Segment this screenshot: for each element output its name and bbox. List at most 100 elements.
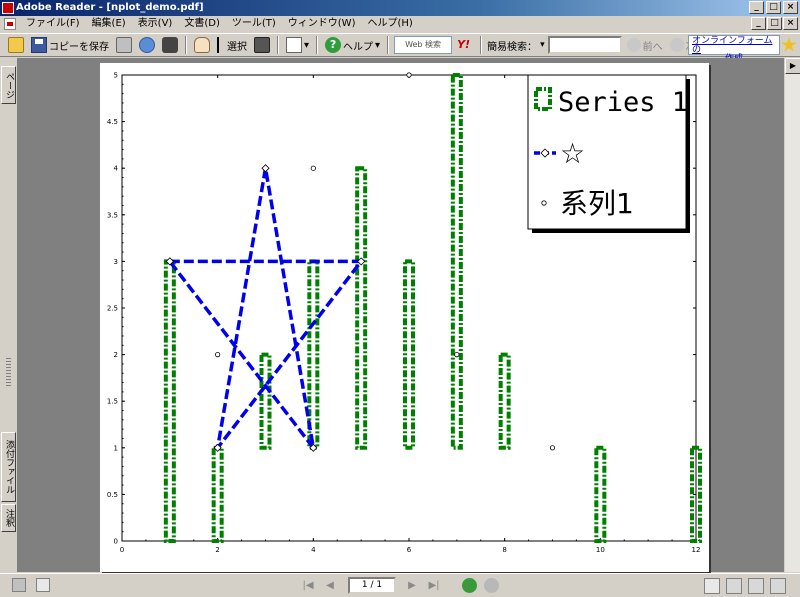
bar (403, 259, 415, 450)
tab-pages[interactable]: ページ (1, 66, 16, 104)
menu-tools[interactable]: ツール(T) (226, 16, 282, 32)
online-form-link[interactable]: オンラインフォームの 作成 (688, 35, 780, 64)
menu-bar: ファイル(F) 編集(E) 表示(V) 文書(D) ツール(T) ウィンドウ(W… (0, 16, 800, 32)
chevron-down-icon: ▾ (375, 39, 381, 51)
select-tool-button[interactable]: 選択 (215, 35, 249, 55)
legend-label-series-jp: 系列1 (560, 187, 634, 220)
y-tick-label: 0.5 (107, 491, 118, 499)
doc-minimize-button[interactable]: _ (751, 17, 766, 30)
scroll-options-button[interactable]: ▶ (785, 58, 800, 74)
prev-label: 前へ (642, 41, 663, 53)
toolbar-separator (387, 36, 390, 54)
yahoo-button[interactable]: Y! (455, 35, 475, 55)
bar (259, 352, 272, 450)
prev-page-button[interactable]: ◀ (322, 578, 338, 594)
continuous-facing-view-button[interactable] (770, 578, 786, 594)
window-title: Adobe Reader - [nplot_demo.pdf] (16, 2, 204, 13)
camera-icon (254, 37, 270, 53)
page-number-field[interactable]: 1 / 1 (348, 577, 396, 594)
menu-window[interactable]: ウィンドウ(W) (282, 16, 362, 32)
vertical-scrollbar[interactable]: ▶ (784, 58, 800, 572)
help-icon: ? (325, 37, 342, 53)
bar (498, 352, 511, 450)
back-arrow-icon (626, 38, 641, 52)
scatter-point (310, 165, 316, 171)
continuous-view-button[interactable] (726, 578, 742, 594)
hand-tool-button[interactable] (192, 35, 212, 55)
legend-label-star: ☆ (560, 137, 585, 170)
email-button[interactable] (137, 35, 157, 55)
text-cursor-icon (217, 37, 225, 53)
page-thumbnail-icon[interactable] (12, 578, 26, 592)
facing-view-button[interactable] (748, 578, 764, 594)
x-tick-label: 12 (692, 546, 701, 554)
tab-attachments[interactable]: 添付ファイル (1, 432, 16, 502)
printer-icon (116, 37, 132, 53)
bar (163, 259, 176, 543)
help-label: ヘルプ (343, 41, 374, 53)
chevron-down-icon: ▾ (304, 39, 310, 51)
pane-splitter-grip[interactable] (6, 358, 11, 388)
x-tick-label: 2 (215, 546, 219, 554)
easy-search-input[interactable] (547, 36, 622, 54)
menu-file[interactable]: ファイル(F) (20, 16, 86, 32)
go-back-icon[interactable] (462, 578, 477, 593)
page-layout-button[interactable]: ▾ (284, 35, 311, 55)
tab-comments[interactable]: 注釈 (1, 504, 16, 532)
forward-arrow-icon (669, 38, 684, 52)
y-tick-label: 3.5 (107, 211, 118, 219)
scatter-point (549, 445, 556, 451)
chevron-down-icon[interactable]: ▾ (540, 40, 545, 50)
online-form-line1: オンラインフォームの (692, 36, 773, 55)
hand-icon (194, 37, 210, 53)
minimize-button[interactable]: _ (749, 1, 764, 14)
print-button[interactable] (114, 35, 134, 55)
y-tick-label: 4 (114, 165, 119, 173)
doc-restore-button[interactable]: □ (767, 17, 782, 30)
window-title-bar: Adobe Reader - [nplot_demo.pdf] _ □ × (0, 0, 800, 16)
first-page-button[interactable]: |◀ (300, 578, 316, 594)
document-icon[interactable] (4, 18, 16, 30)
toolbar-separator (185, 36, 187, 54)
y-tick-label: 1.5 (107, 398, 118, 406)
bar (450, 73, 463, 450)
document-icon[interactable] (36, 578, 50, 592)
x-tick-label: 10 (596, 546, 605, 554)
single-page-view-button[interactable] (704, 578, 720, 594)
menu-help[interactable]: ヘルプ(H) (361, 16, 418, 32)
save-copy-button[interactable]: コピーを保存 (29, 35, 111, 55)
folder-icon (8, 37, 24, 53)
help-button[interactable]: ? ヘルプ ▾ (323, 35, 382, 55)
scatter-point (454, 351, 460, 358)
x-tick-label: 6 (407, 546, 412, 554)
toolbar-separator (480, 36, 483, 54)
menu-document[interactable]: 文書(D) (178, 16, 226, 32)
menu-view[interactable]: 表示(V) (132, 16, 179, 32)
close-button[interactable]: × (783, 1, 798, 14)
menu-edit[interactable]: 編集(E) (86, 16, 132, 32)
x-tick-label: 4 (311, 546, 316, 554)
last-page-button[interactable]: ▶| (426, 578, 442, 594)
open-button[interactable] (6, 35, 26, 55)
y-tick-label: 2 (114, 351, 118, 359)
next-page-button[interactable]: ▶ (404, 578, 420, 594)
maximize-button[interactable]: □ (766, 1, 781, 14)
web-search-box[interactable]: Web 検索 (394, 36, 453, 54)
legend-point-marker (541, 200, 547, 206)
binoculars-icon (162, 37, 178, 53)
search-button[interactable] (160, 35, 180, 55)
star-series-line (168, 167, 365, 449)
go-forward-icon[interactable] (484, 578, 499, 593)
status-bar: |◀ ◀ 1 / 1 ▶ ▶| (0, 573, 800, 597)
scatter-point (406, 72, 412, 78)
bar (211, 445, 224, 543)
y-tick-label: 2.5 (107, 305, 118, 313)
y-tick-label: 4.5 (107, 118, 118, 126)
bar (594, 445, 607, 543)
snapshot-button[interactable] (252, 35, 272, 55)
doc-close-button[interactable]: × (783, 17, 798, 30)
save-icon (31, 37, 47, 53)
prev-result-button[interactable]: 前へ (625, 35, 665, 55)
save-copy-label: コピーを保存 (49, 41, 109, 53)
y-tick-label: 3 (114, 258, 118, 266)
